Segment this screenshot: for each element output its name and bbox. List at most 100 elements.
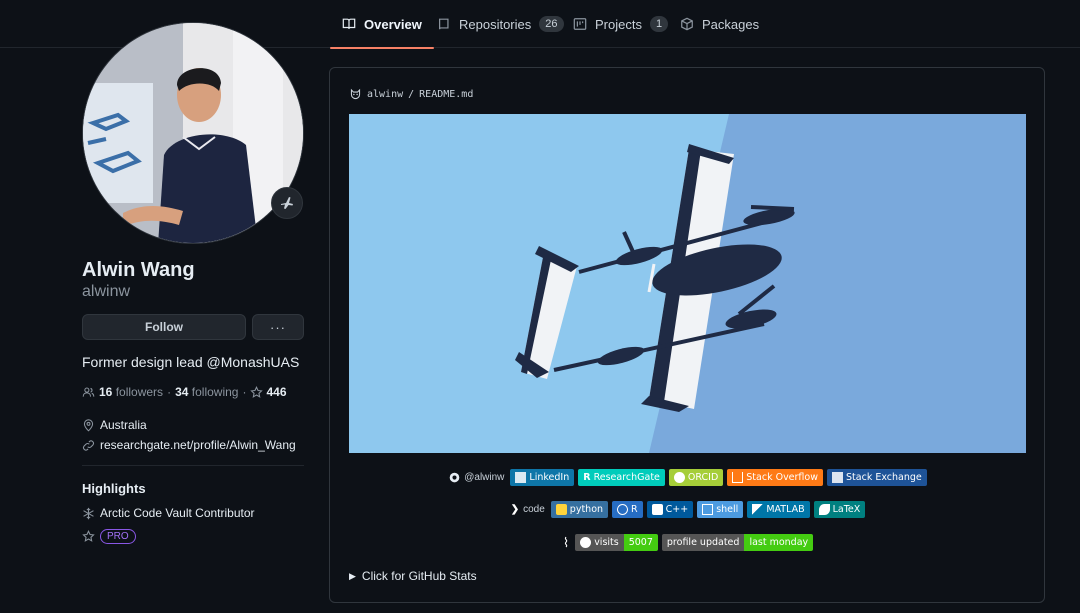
star-icon [82, 530, 95, 542]
cpp-icon [651, 504, 663, 515]
social-badges: @alwinw LinkedIn R ResearchGate ORCID Sta… [330, 469, 1046, 486]
following-label: following [191, 385, 239, 399]
shell-badge-label: shell [716, 504, 739, 515]
following-count: 34 [175, 385, 189, 399]
repo-icon [439, 18, 449, 30]
profile-bio: Former design lead @MonashUAS [82, 354, 300, 370]
pro-row: PRO [82, 529, 136, 544]
snowflake-icon [83, 507, 94, 519]
projects-count: 1 [649, 16, 669, 32]
book-icon [342, 18, 356, 29]
more-options-button[interactable]: ··· [252, 314, 304, 340]
project-icon [573, 18, 587, 30]
star-icon [250, 385, 264, 398]
location-row: Australia [82, 418, 147, 432]
cpp-badge[interactable]: C++ [646, 501, 694, 518]
people-icon [82, 387, 95, 397]
location-text: Australia [100, 418, 147, 432]
stackoverflow-badge[interactable]: Stack Overflow [727, 469, 824, 486]
updated-value: last monday [744, 534, 814, 551]
shell-badge[interactable]: shell [697, 501, 744, 518]
profile-username: alwinw [82, 283, 131, 300]
package-icon [681, 17, 693, 31]
highlight-arctic-label: Arctic Code Vault Contributor [100, 506, 255, 520]
location-icon [83, 418, 94, 431]
updated-badge: profile updated last monday [661, 534, 814, 551]
path-separator: / [408, 89, 415, 100]
status-button[interactable] [271, 187, 303, 219]
latex-badge-label: LaTeX [832, 504, 861, 515]
readme-path: alwinw / README.md [349, 88, 473, 101]
stackexchange-icon [832, 472, 844, 483]
r-badge-label: R [631, 504, 638, 515]
updated-label: profile updated [661, 534, 745, 551]
stars-count: 446 [266, 385, 287, 399]
tab-packages[interactable]: Packages [680, 0, 759, 48]
orcid-badge[interactable]: ORCID [668, 469, 724, 486]
link-icon [83, 439, 94, 451]
linkedin-icon [515, 472, 527, 483]
readme-file-link[interactable]: README.md [419, 89, 473, 100]
researchgate-badge[interactable]: R ResearchGate [578, 469, 665, 486]
code-label: ❯ code [511, 504, 545, 515]
readme-panel: alwinw / README.md @alwinw LinkedIn R Re… [329, 67, 1045, 603]
avatar-photo [83, 23, 303, 243]
matlab-badge[interactable]: MATLAB [747, 501, 810, 518]
website-link[interactable]: researchgate.net/profile/Alwin_Wang [100, 438, 296, 452]
github-stats-label: Click for GitHub Stats [361, 569, 477, 583]
github-handle-text: @alwinw [464, 472, 505, 483]
highlights-title: Highlights [82, 481, 146, 496]
python-badge[interactable]: python [550, 501, 609, 518]
follow-button[interactable]: Follow [82, 314, 246, 340]
tab-repositories-label: Repositories [459, 16, 532, 32]
pro-badge[interactable]: PRO [100, 529, 136, 544]
counter-badges: ⌇ visits 5007 profile updated last monda… [330, 534, 1046, 551]
shell-icon [702, 504, 714, 515]
avatar[interactable] [82, 22, 304, 244]
latex-icon [818, 504, 830, 515]
github-cat-icon [350, 88, 361, 100]
researchgate-icon: R [583, 472, 591, 483]
visits-label-segment: visits [575, 534, 624, 551]
airplane-icon [281, 197, 293, 209]
linkedin-badge-label: LinkedIn [529, 472, 570, 483]
tab-overview-label: Overview [364, 16, 422, 32]
stackexchange-badge[interactable]: Stack Exchange [827, 469, 927, 486]
r-badge[interactable]: R [612, 501, 643, 518]
visits-badge: visits 5007 [575, 534, 658, 551]
orcid-icon [673, 472, 685, 483]
followers-link[interactable]: 16 followers [99, 385, 163, 399]
latex-badge[interactable]: LaTeX [813, 501, 866, 518]
readme-banner-image [349, 114, 1026, 453]
dot-separator: · [167, 385, 172, 399]
followers-count: 16 [99, 385, 113, 399]
website-row: researchgate.net/profile/Alwin_Wang [82, 438, 296, 452]
stackoverflow-badge-label: Stack Overflow [746, 472, 819, 483]
matlab-badge-label: MATLAB [766, 504, 805, 515]
orcid-badge-label: ORCID [687, 472, 719, 483]
matlab-icon [752, 504, 764, 515]
github-stats-toggle[interactable]: ▶ Click for GitHub Stats [349, 569, 477, 583]
tab-packages-label: Packages [702, 16, 760, 32]
rss-icon: ⌇ [562, 534, 570, 550]
tab-overview[interactable]: Overview [330, 0, 434, 49]
github-handle[interactable]: @alwinw [449, 472, 504, 483]
cpp-badge-label: C++ [665, 504, 689, 515]
linkedin-badge[interactable]: LinkedIn [510, 469, 575, 486]
github-icon [449, 472, 460, 483]
aircraft-illustration [349, 114, 1026, 453]
stars-link[interactable]: 446 [250, 385, 287, 399]
stackexchange-badge-label: Stack Exchange [846, 472, 922, 483]
following-link[interactable]: 34 following [175, 385, 238, 399]
tab-repositories[interactable]: Repositories 26 [437, 0, 564, 48]
tab-projects-label: Projects [595, 16, 642, 32]
stackoverflow-icon [732, 472, 744, 483]
chevron-right-icon: ❯ [510, 504, 520, 515]
python-badge-label: python [569, 504, 604, 515]
caret-right-icon: ▶ [349, 570, 356, 581]
github-icon [580, 537, 592, 548]
sidebar-divider [82, 465, 304, 466]
tab-projects[interactable]: Projects 1 [573, 0, 669, 48]
readme-owner-link[interactable]: alwinw [367, 89, 403, 100]
visits-label: visits [594, 537, 619, 548]
